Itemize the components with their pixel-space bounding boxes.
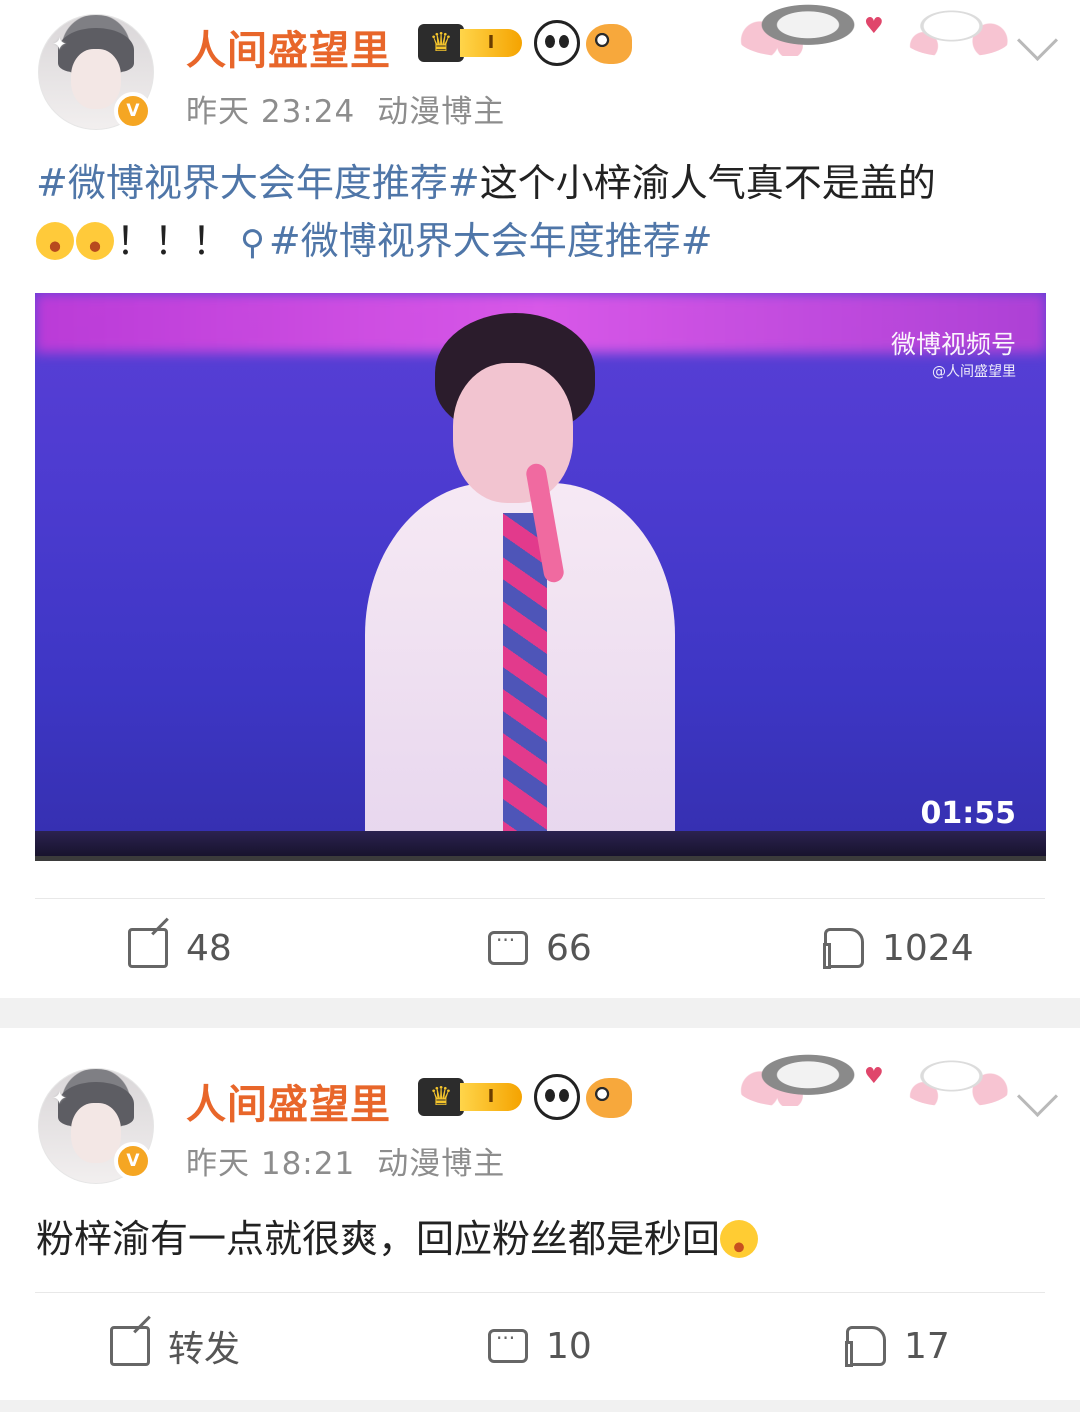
decorative-card-sticker: ♥ (736, 1050, 1012, 1110)
cat-sticker-icon (902, 1056, 1012, 1106)
share-button[interactable]: 转发 (110, 1316, 240, 1376)
post-time: 昨天 23:24 (186, 94, 356, 130)
comment-count: 66 (546, 927, 592, 969)
divider (35, 898, 1045, 899)
member-level-badge[interactable]: ♛ I (418, 1078, 524, 1116)
pufferfish-icon (586, 1078, 632, 1118)
scared-face-emoji-icon (76, 222, 114, 260)
post-meta: 昨天 23:24 动漫博主 (186, 86, 505, 131)
crown-icon: ♛ (418, 24, 464, 62)
share-icon (128, 928, 168, 968)
topic-search-link[interactable]: #微博视界大会年度推荐# (269, 219, 713, 263)
topic-link[interactable]: #微博视界大会年度推荐# (36, 161, 480, 205)
share-button[interactable]: 48 (128, 918, 232, 978)
post-source: 动漫博主 (377, 1146, 506, 1182)
like-button[interactable]: 1024 (823, 918, 974, 978)
verified-v-icon: V (114, 92, 152, 130)
chevron-down-icon[interactable] (1016, 19, 1059, 62)
video-progress-bar[interactable] (35, 856, 1046, 861)
smile-emoji-icon (720, 1220, 759, 1258)
video-player[interactable]: 微博视频号 @人间盛望里 01:55 (35, 293, 1046, 861)
search-icon: ⚲ (240, 223, 265, 263)
cat-sticker-icon (902, 6, 1012, 56)
share-label: 转发 (168, 1329, 241, 1370)
post-text: #微博视界大会年度推荐#这个小梓渝人气真不是盖的 ！！！ ⚲ #微博视界大会年度推荐… (36, 154, 1050, 272)
heart-icon: ♥ (864, 14, 884, 39)
husky-sticker-icon (736, 4, 856, 56)
author-name[interactable]: 人间盛望里 (186, 1072, 391, 1130)
share-count: 48 (186, 927, 232, 969)
post-text: 粉梓渝有一点就很爽，回应粉丝都是秒回 (36, 1210, 1050, 1268)
weibo-post[interactable]: ✦ ✦ V 人间盛望里 ♛ I ♥ 昨天 23:24动漫博主 #微博视界大会年度… (0, 0, 1080, 998)
performer-figure (365, 313, 705, 861)
husky-sticker-icon (736, 1054, 856, 1106)
avatar-face (71, 49, 121, 109)
weibo-post[interactable]: ✦ ✦ V 人间盛望里 ♛ I ♥ 昨天 18:21动漫博主 粉梓渝有一点就很爽… (0, 1028, 1080, 1400)
share-icon (110, 1326, 150, 1366)
sparkle-icon: ✦ (52, 34, 68, 55)
panda-icon (534, 20, 580, 66)
comment-button[interactable]: 10 (488, 1316, 592, 1376)
scared-face-emoji-icon (36, 222, 74, 260)
action-bar: 48 66 1024 (0, 918, 1080, 978)
post-source: 动漫博主 (377, 94, 506, 130)
comment-icon (488, 1326, 528, 1363)
thumbs-up-icon (823, 928, 864, 969)
feed-separator (0, 1400, 1080, 1412)
post-body: 这个小梓渝人气真不是盖的 (479, 161, 936, 205)
action-bar: 转发 10 17 (0, 1316, 1080, 1376)
like-count: 1024 (882, 927, 974, 969)
crown-icon: ♛ (418, 1078, 464, 1116)
exclaim-text: ！！！ (116, 219, 231, 263)
member-level-badge[interactable]: ♛ I (418, 24, 524, 62)
video-duration: 01:55 (920, 796, 1017, 831)
sparkle-icon: ✦ (52, 1088, 68, 1109)
video-brand-watermark: 微博视频号 (890, 330, 1016, 359)
comment-count: 10 (546, 1325, 592, 1367)
level-label: I (460, 1083, 522, 1111)
like-button[interactable]: 17 (845, 1316, 950, 1376)
panda-icon (534, 1074, 580, 1120)
decorative-card-sticker: ♥ (736, 0, 1012, 60)
level-label: I (460, 29, 522, 57)
divider (35, 1292, 1045, 1293)
performer-head (453, 363, 573, 503)
author-name[interactable]: 人间盛望里 (186, 18, 391, 76)
post-time: 昨天 18:21 (186, 1146, 356, 1182)
like-count: 17 (904, 1325, 950, 1367)
verified-v-icon: V (114, 1142, 152, 1180)
feed-separator (0, 998, 1080, 1028)
heart-icon: ♥ (864, 1064, 884, 1089)
video-watermark-handle: @人间盛望里 (932, 364, 1016, 380)
comment-icon (488, 928, 528, 965)
performer-tie (503, 513, 547, 843)
post-meta: 昨天 18:21 动漫博主 (186, 1138, 505, 1183)
comment-button[interactable]: 66 (488, 918, 592, 978)
thumbs-up-icon (845, 1326, 886, 1367)
chevron-down-icon[interactable] (1016, 1075, 1059, 1118)
post-body: 粉梓渝有一点就很爽，回应粉丝都是秒回 (36, 1217, 721, 1261)
pufferfish-icon (586, 24, 632, 64)
avatar-face (71, 1103, 121, 1163)
